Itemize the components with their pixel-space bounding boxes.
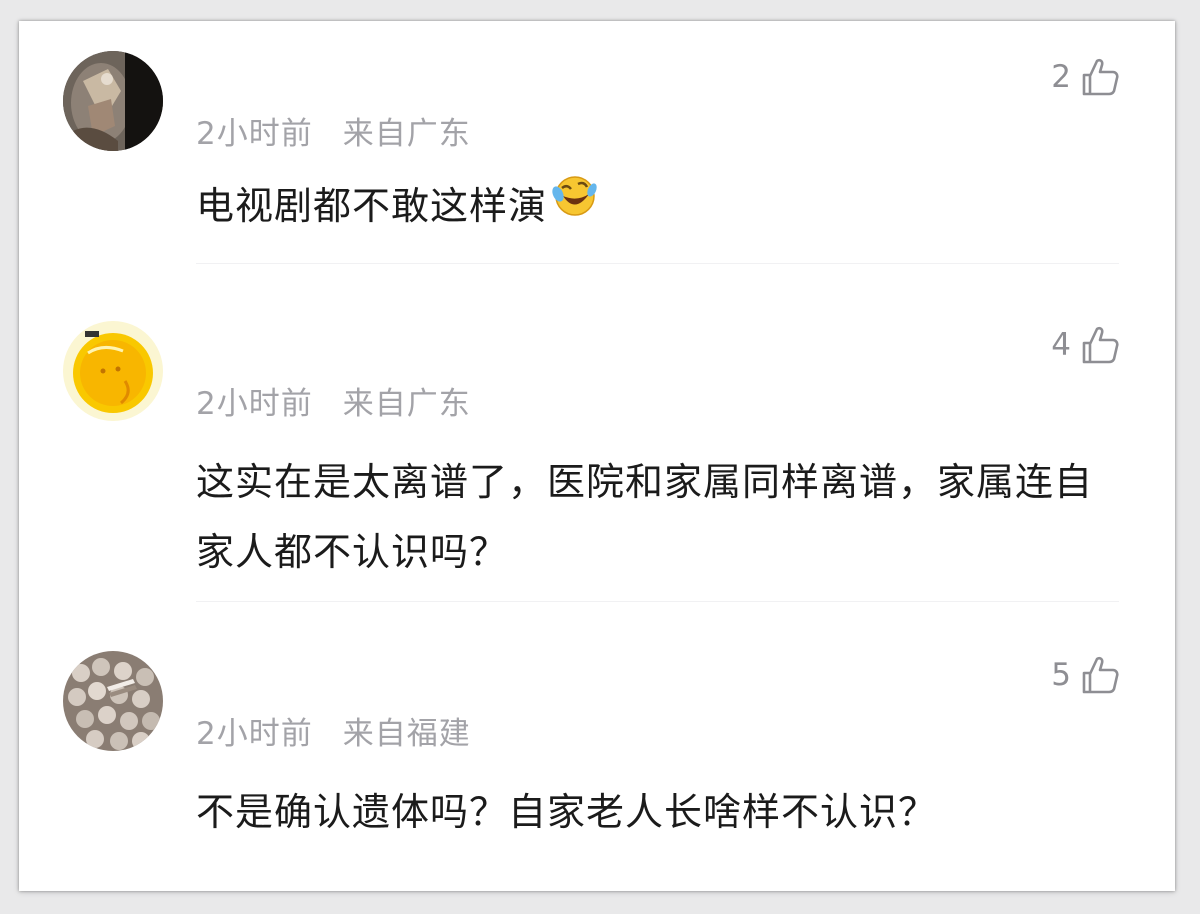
- comment-item: 2 2小时前 来自广东 电视剧都不敢这样演: [19, 21, 1175, 271]
- comment-text-row: 电视剧都不敢这样演: [196, 171, 1116, 241]
- laughing-crying-emoji-icon: [549, 170, 597, 240]
- user-avatar[interactable]: [63, 321, 163, 421]
- thumbs-up-icon: [1082, 58, 1119, 96]
- avatar-image: [63, 321, 163, 421]
- avatar-image: [63, 651, 163, 751]
- comment-time: 2小时前: [196, 386, 313, 422]
- like-button[interactable]: 4: [1051, 325, 1119, 365]
- comment-item: 4 2小时前 来自广东 这实在是太离谱了，医院和家属同样离谱，家属连自家人都不认识…: [19, 271, 1175, 602]
- comment-text: 这实在是太离谱了，医院和家属同样离谱，家属连自家人都不认识吗？: [196, 460, 1094, 574]
- comment-list-panel: 2 2小时前 来自广东 电视剧都不敢这样演 4 2小时前 来自广东 这实在是太离…: [19, 21, 1175, 891]
- like-count: 5: [1051, 657, 1071, 693]
- comment-location: 来自广东: [342, 116, 471, 152]
- thumbs-up-icon: [1082, 326, 1119, 364]
- comment-location: 来自广东: [342, 386, 471, 422]
- comment-item: 5 2小时前 来自福建 不是确认遗体吗？自家老人长啥样不认识？: [19, 601, 1175, 891]
- comment-time: 2小时前: [196, 116, 313, 152]
- comment-text: 电视剧都不敢这样演: [196, 184, 548, 228]
- comment-meta: 2小时前 来自广东: [196, 378, 471, 423]
- avatar-image: [63, 51, 163, 151]
- thumbs-up-icon: [1082, 656, 1119, 694]
- like-button[interactable]: 2: [1051, 57, 1119, 97]
- comment-meta: 2小时前 来自广东: [196, 108, 471, 153]
- comment-meta: 2小时前 来自福建: [196, 708, 471, 753]
- user-avatar[interactable]: [63, 51, 163, 151]
- like-count: 4: [1051, 327, 1071, 363]
- like-count: 2: [1051, 59, 1071, 95]
- comment-time: 2小时前: [196, 716, 313, 752]
- user-avatar[interactable]: [63, 651, 163, 751]
- comment-divider: [196, 263, 1119, 264]
- comment-text: 不是确认遗体吗？自家老人长啥样不认识？: [196, 790, 938, 834]
- like-button[interactable]: 5: [1051, 655, 1119, 695]
- comment-location: 来自福建: [342, 716, 471, 752]
